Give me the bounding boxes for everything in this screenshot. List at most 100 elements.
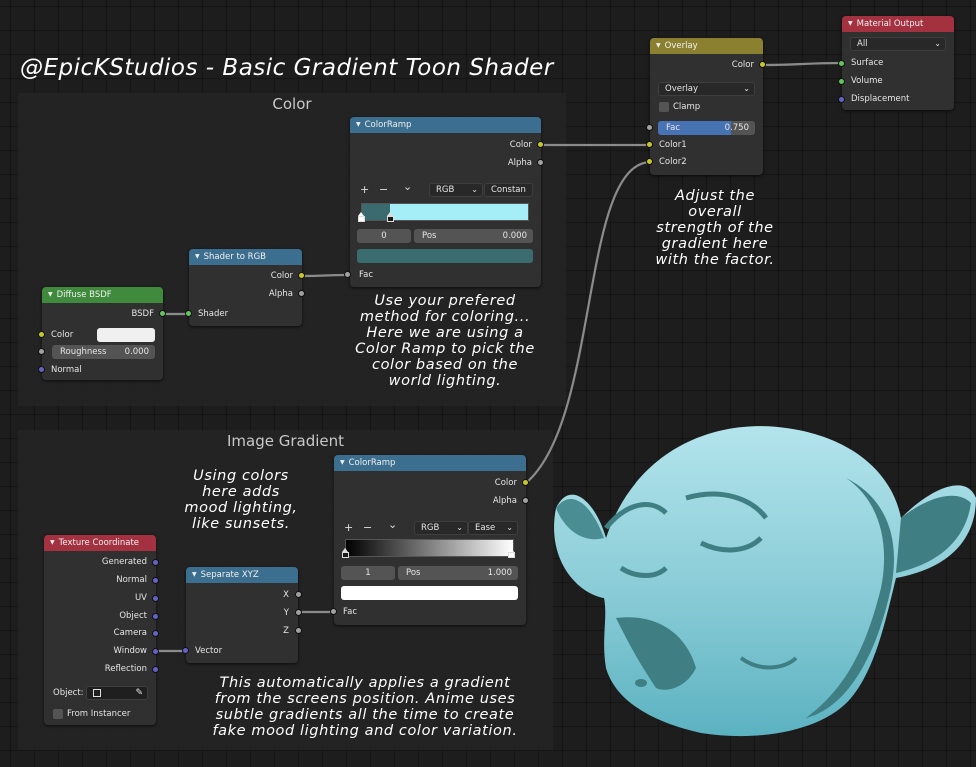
input-color2: Color2 (650, 155, 763, 169)
collapse-icon[interactable]: ▼ (340, 459, 345, 466)
object-picker[interactable]: ✎ (86, 686, 148, 700)
add-stop-icon[interactable]: + (360, 184, 369, 196)
socket-ramp2-alpha-out[interactable] (522, 497, 529, 504)
chevron-down-icon[interactable]: ⌄ (388, 519, 397, 531)
wire-rgb-fac (302, 273, 347, 278)
node-colorramp-1[interactable]: ▼ ColorRamp Color Alpha + − ⌄ RGB ⌄ Consta… (350, 117, 541, 287)
color-mode-select[interactable]: RGB ⌄ (429, 183, 483, 197)
socket-uv-out[interactable] (152, 595, 159, 602)
output-y: Y (186, 606, 298, 620)
socket-roughness-in[interactable] (38, 348, 45, 355)
node-texture-coordinate[interactable]: ▼ Texture Coordinate Generated Normal UV … (44, 535, 156, 725)
collapse-icon[interactable]: ▼ (48, 291, 53, 298)
ramp-stop-1[interactable] (387, 212, 394, 222)
socket-vector-in[interactable] (182, 647, 189, 654)
socket-color2-in[interactable] (646, 158, 653, 165)
remove-stop-icon[interactable]: − (363, 522, 372, 534)
blend-mode-select[interactable]: Overlay ⌄ (658, 82, 755, 96)
socket-ramp2-fac-in[interactable] (330, 608, 337, 615)
color-ramp-bar[interactable] (345, 539, 514, 557)
socket-volume-in[interactable] (838, 78, 845, 85)
socket-object-out[interactable] (152, 613, 159, 620)
note-mood: Using colors here adds mood lighting, li… (184, 468, 298, 532)
collapse-icon[interactable]: ▼ (50, 539, 55, 546)
socket-x-out[interactable] (295, 591, 302, 598)
select-value: RGB (436, 185, 455, 195)
stop-color-swatch[interactable] (357, 249, 533, 263)
node-diffuse-bsdf[interactable]: ▼ Diffuse BSDF BSDF Color Roughness 0.000 … (42, 287, 163, 380)
collapse-icon[interactable]: ▼ (356, 121, 361, 128)
node-header[interactable]: ▼ ColorRamp (334, 455, 526, 471)
socket-overlay-color-out[interactable] (759, 61, 766, 68)
socket-ramp2-color-out[interactable] (522, 479, 529, 486)
node-header[interactable]: ▼ Texture Coordinate (44, 535, 156, 551)
socket-generated-out[interactable] (152, 559, 159, 566)
node-material-output[interactable]: ▼ Material Output All ⌄ Surface Volume Dis… (842, 16, 954, 110)
roughness-field[interactable]: Roughness 0.000 (52, 345, 155, 359)
collapse-icon[interactable]: ▼ (656, 42, 661, 49)
color-swatch[interactable] (97, 328, 155, 342)
socket-rgb-color-out[interactable] (298, 272, 305, 279)
socket-label: Color1 (659, 140, 687, 150)
socket-ramp1-fac-in[interactable] (344, 271, 351, 278)
socket-y-out[interactable] (295, 609, 302, 616)
socket-color1-in[interactable] (646, 141, 653, 148)
node-separate-xyz[interactable]: ▼ Separate XYZ X Y Z Vector (186, 567, 298, 663)
socket-ramp1-color-out[interactable] (537, 141, 544, 148)
interpolation-select[interactable]: Ease ⌄ (468, 521, 518, 535)
socket-normal-out[interactable] (152, 577, 159, 584)
node-header[interactable]: ▼ Shader to RGB (189, 249, 302, 265)
socket-label: Fac (343, 607, 357, 617)
socket-overlay-fac-in[interactable] (646, 124, 653, 131)
socket-camera-out[interactable] (152, 630, 159, 637)
socket-label: Window (113, 646, 147, 656)
output-uv: UV (44, 591, 156, 605)
field-value: 1.000 (487, 568, 512, 578)
from-instancer-checkbox[interactable] (53, 709, 63, 719)
remove-stop-icon[interactable]: − (379, 184, 388, 196)
node-overlay[interactable]: ▼ Overlay Color Overlay ⌄ Clamp Fac 0.750 C… (650, 38, 763, 175)
fac-slider[interactable]: Fac 0.750 (658, 121, 755, 135)
target-select[interactable]: All ⌄ (850, 37, 946, 51)
node-header[interactable]: ▼ Overlay (650, 38, 763, 54)
add-stop-icon[interactable]: + (344, 522, 353, 534)
collapse-icon[interactable]: ▼ (192, 571, 197, 578)
ramp-stop-0[interactable] (358, 212, 365, 222)
node-header[interactable]: ▼ Separate XYZ (186, 567, 298, 583)
socket-shader-in[interactable] (185, 310, 192, 317)
node-shader-to-rgb[interactable]: ▼ Shader to RGB Color Alpha Shader (189, 249, 302, 326)
socket-displacement-in[interactable] (838, 96, 845, 103)
ramp-stop-0[interactable] (342, 548, 349, 558)
socket-z-out[interactable] (295, 627, 302, 634)
node-header[interactable]: ▼ Diffuse BSDF (42, 287, 163, 303)
collapse-icon[interactable]: ▼ (848, 20, 853, 27)
node-header[interactable]: ▼ Material Output (842, 16, 954, 32)
socket-bsdf-out[interactable] (159, 310, 166, 317)
stop-pos-field[interactable]: Pos 1.000 (398, 566, 518, 580)
stop-index-field[interactable]: 0 (357, 229, 411, 243)
socket-color-in[interactable] (38, 331, 45, 338)
socket-normal-in[interactable] (38, 366, 45, 373)
chevron-down-icon[interactable]: ⌄ (403, 181, 412, 193)
ramp-stop-1[interactable] (508, 548, 515, 558)
eyedropper-icon[interactable]: ✎ (135, 687, 143, 699)
stop-index-field[interactable]: 1 (341, 566, 395, 580)
clamp-checkbox[interactable] (659, 102, 669, 112)
color-mode-select[interactable]: RGB ⌄ (414, 521, 468, 535)
collapse-icon[interactable]: ▼ (195, 253, 200, 260)
stop-color-swatch[interactable] (341, 586, 518, 600)
output-z: Z (186, 624, 298, 638)
node-colorramp-2[interactable]: ▼ ColorRamp Color Alpha + − ⌄ RGB ⌄ Ease ⌄ … (334, 455, 526, 625)
node-header[interactable]: ▼ ColorRamp (350, 117, 541, 133)
input-surface: Surface (842, 56, 954, 70)
select-value: RGB (421, 523, 440, 533)
interpolation-select[interactable]: Constan (484, 183, 533, 197)
socket-label: Y (283, 608, 289, 618)
socket-rgb-alpha-out[interactable] (298, 290, 305, 297)
socket-window-out[interactable] (152, 648, 159, 655)
socket-surface-in[interactable] (838, 60, 845, 67)
socket-reflection-out[interactable] (152, 666, 159, 673)
output-color: Color (334, 476, 526, 490)
socket-ramp1-alpha-out[interactable] (537, 159, 544, 166)
stop-pos-field[interactable]: Pos 0.000 (414, 229, 533, 243)
